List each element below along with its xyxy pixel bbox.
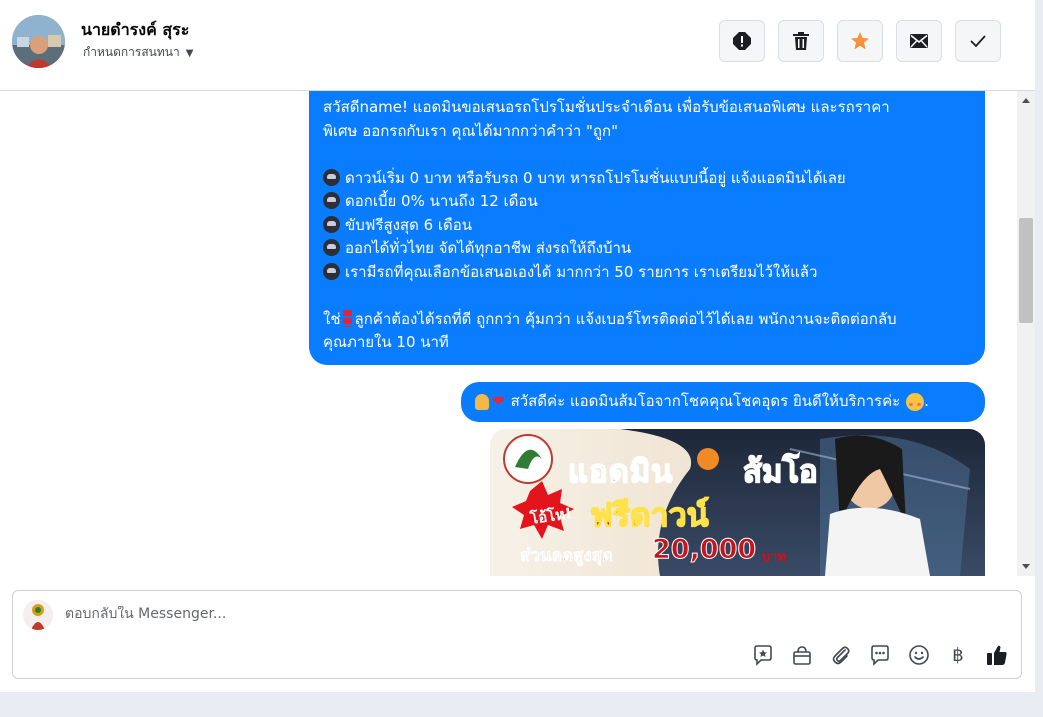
assign-conversation-dropdown[interactable]: กำหนดการสนทนา ▼ [83, 43, 193, 62]
gift-button[interactable] [790, 643, 814, 667]
composer-tools: ฿ [751, 643, 1009, 667]
message-bubble-greeting[interactable]: ❤ สวัสดีค่ะ แอดมินส้มโอจากโชคคุณโชคอุดร … [461, 382, 985, 422]
bullet-text: ดอกเบี้ย 0% นานถึง 12 เดือน [345, 192, 538, 210]
promo-image-message[interactable]: แอดมิน ส้มโอ โอ้โห! ฟรีดาวน์ ส่วนลดสูงสุ… [490, 429, 985, 576]
bullet-text: ออกได้ทั่วไทย จัดได้ทุกอาชีพ ส่งรถให้ถึง… [345, 239, 632, 257]
car-emoji-icon [323, 168, 340, 186]
page-avatar [23, 600, 53, 630]
promo-discount-unit: บาท [762, 550, 787, 565]
message-bubble-promotion[interactable]: สวัสดีname! แอดมินขอเสนอรถโปรโมชั่นประจำ… [309, 91, 985, 365]
scroll-down-arrow-icon[interactable] [1022, 564, 1030, 569]
bullet-item: ดาวน์เริ่ม 0 บาท หรือรับรถ 0 บาท หารถโปร… [323, 167, 971, 191]
greeting-text: สวัสดีค่ะ แอดมินส้มโอจากโชคคุณโชคอุดร ยิ… [510, 392, 901, 411]
bullet-text: ขับฟรีสูงสุด 6 เดือน [345, 215, 473, 234]
attachment-icon [832, 646, 850, 665]
sticker-button[interactable] [751, 643, 775, 667]
heart-emoji-icon: ❤ [492, 392, 505, 411]
bullet-item: ดอกเบี้ย 0% นานถึง 12 เดือน [323, 190, 971, 214]
contact-name: นายดำรงค์ สุระ [81, 20, 190, 39]
car-emoji-icon [323, 215, 340, 233]
bullet-text: เรามีรถที่คุณเลือกข้อเสนอเองได้ มากกว่า … [345, 262, 818, 281]
check-icon [970, 35, 986, 48]
emoji-button[interactable] [907, 643, 931, 667]
reply-input[interactable] [65, 606, 665, 622]
double-exclamation-icon [342, 309, 352, 327]
trash-icon [793, 32, 809, 50]
bullet-item: เรามีรถที่คุณเลือกข้อเสนอเองได้ มากกว่า … [323, 261, 971, 285]
message-text-line: พิเศษ ออกรถกับเรา คุณได้มากกว่าคำว่า "ถู… [323, 121, 618, 140]
like-icon [987, 645, 1007, 665]
like-button[interactable] [985, 643, 1009, 667]
baht-icon: ฿ [952, 644, 964, 666]
closing-text-rest: ลูกค้าต้องได้รถที่ดี ถูกกว่า คุ้มกว่า แจ… [354, 309, 897, 328]
caret-down-icon: ▼ [185, 48, 194, 59]
conversation-header: นายดำรงค์ สุระ กำหนดการสนทนา ▼ [0, 0, 1035, 91]
scroll-thumb[interactable] [1019, 218, 1033, 323]
payment-button[interactable]: ฿ [946, 643, 970, 667]
promo-title-right: ส้มโอ [742, 453, 818, 491]
mark-spam-button[interactable] [719, 20, 765, 62]
bullet-item: ขับฟรีสูงสุด 6 เดือน [323, 214, 971, 238]
pray-emoji-icon [475, 394, 489, 410]
delete-button[interactable] [778, 20, 824, 62]
promo-title-left: แอดมิน [567, 453, 674, 491]
contact-avatar[interactable] [12, 15, 65, 68]
bullet-text: ดาวน์เริ่ม 0 บาท หรือรับรถ 0 บาท หารถโปร… [345, 168, 846, 187]
saved-replies-icon [871, 645, 889, 666]
promo-discount-value: 20,000 [651, 534, 757, 566]
attachment-button[interactable] [829, 643, 853, 667]
greeting-end: . [924, 392, 929, 411]
header-actions [719, 20, 1001, 62]
mark-done-button[interactable] [955, 20, 1001, 62]
emoji-icon [909, 645, 929, 665]
bullet-item: ออกได้ทั่วไทย จัดได้ทุกอาชีพ ส่งรถให้ถึง… [323, 237, 971, 261]
gift-icon [793, 646, 811, 665]
reply-composer: ฿ [12, 590, 1022, 679]
car-emoji-icon [323, 262, 340, 280]
message-text-line: ใช่ ลูกค้าต้องได้รถที่ดี ถูกกว่า คุ้มกว่า… [323, 308, 971, 332]
envelope-icon [910, 34, 928, 48]
mark-unread-button[interactable] [896, 20, 942, 62]
closing-text-start: ใช่ [323, 309, 341, 328]
smiling-hearts-emoji-icon [906, 393, 925, 411]
message-text-line: สวัสดีname! แอดมินขอเสนอรถโปรโมชั่นประจำ… [323, 98, 890, 116]
message-thread[interactable]: สวัสดีname! แอดมินขอเสนอรถโปรโมชั่นประจำ… [0, 91, 1017, 576]
car-emoji-icon [323, 192, 340, 209]
thread-scrollbar[interactable] [1017, 91, 1035, 576]
scroll-up-arrow-icon[interactable] [1022, 98, 1030, 103]
sticker-icon [754, 645, 772, 666]
star-button[interactable] [837, 20, 883, 62]
car-emoji-icon [323, 239, 340, 256]
promo-discount-label: ส่วนลดสูงสุด [520, 546, 614, 567]
saved-replies-button[interactable] [868, 643, 892, 667]
alert-icon [733, 32, 751, 50]
conversation-panel: นายดำรงค์ สุระ กำหนดการสนทนา ▼ สวัสดีnam… [0, 0, 1035, 692]
assign-conversation-label: กำหนดการสนทนา [83, 45, 180, 59]
star-icon [851, 32, 869, 50]
message-text-line: คุณภายใน 10 นาที [323, 333, 449, 351]
